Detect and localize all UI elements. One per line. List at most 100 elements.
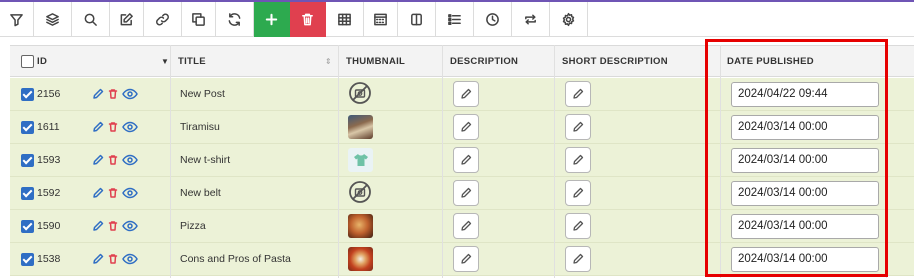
pencil-icon[interactable] (92, 220, 104, 232)
delete-button[interactable] (290, 2, 326, 37)
pencil-icon (573, 121, 584, 132)
edit-description-button[interactable] (453, 180, 479, 206)
trash-icon[interactable] (107, 253, 119, 265)
column-divider (170, 45, 171, 278)
column-header-description[interactable]: DESCRIPTION (443, 46, 555, 77)
edit-short-description-button[interactable] (565, 147, 591, 173)
date-published-input[interactable] (731, 180, 879, 206)
edit-short-description-button[interactable] (565, 114, 591, 140)
table-row[interactable]: 1590 Pizza (10, 210, 914, 243)
duplicate-button[interactable] (182, 2, 216, 37)
pencil-icon (573, 253, 584, 264)
repeat-button[interactable] (512, 2, 550, 37)
column-header-id[interactable]: ID ▼ (14, 46, 174, 77)
eye-icon[interactable] (122, 121, 138, 133)
row-checkbox[interactable] (21, 87, 34, 101)
pencil-icon[interactable] (92, 253, 104, 265)
settings-button[interactable] (550, 2, 588, 37)
list-button[interactable] (436, 2, 474, 37)
edit-description-button[interactable] (453, 147, 479, 173)
date-published-input[interactable] (731, 213, 879, 239)
layers-icon (46, 12, 59, 26)
table-row[interactable]: 2156 New Post (10, 78, 914, 111)
columns-button[interactable] (398, 2, 436, 37)
refresh-button[interactable] (216, 2, 254, 37)
row-actions (92, 243, 138, 275)
pencil-icon (573, 220, 584, 231)
select-all-checkbox[interactable] (21, 55, 34, 68)
table-row[interactable]: 1592 New belt (10, 177, 914, 210)
edit-description-button[interactable] (453, 81, 479, 107)
search-button[interactable] (72, 2, 110, 37)
row-checkbox[interactable] (21, 219, 34, 233)
edit-description-button[interactable] (453, 246, 479, 272)
row-actions (92, 144, 138, 176)
sort-icon[interactable]: ⇕ (325, 57, 332, 66)
no-image-icon (349, 81, 371, 104)
layers-button[interactable] (34, 2, 72, 37)
link-button[interactable] (144, 2, 182, 37)
row-thumbnail-cell (348, 210, 373, 242)
trash-icon[interactable] (107, 121, 119, 133)
date-published-input[interactable] (731, 147, 879, 173)
pencil-icon[interactable] (92, 88, 104, 100)
row-checkbox[interactable] (21, 153, 34, 167)
add-button[interactable] (254, 2, 290, 37)
pencil-icon[interactable] (92, 121, 104, 133)
eye-icon[interactable] (122, 220, 138, 232)
edit-short-description-button[interactable] (565, 246, 591, 272)
sort-arrow-icon[interactable]: ▼ (161, 57, 169, 66)
edit-description-button[interactable] (453, 114, 479, 140)
short-description-cell (565, 78, 591, 110)
dotted-table-button[interactable] (364, 2, 398, 37)
filter-button[interactable] (0, 2, 34, 37)
edit-description-button[interactable] (453, 213, 479, 239)
product-thumbnail (348, 214, 373, 238)
clock-icon (486, 12, 499, 26)
pencil-icon (461, 253, 472, 264)
row-checkbox[interactable] (21, 252, 34, 266)
column-header-thumbnail[interactable]: THUMBNAIL (339, 46, 443, 77)
pencil-icon (573, 154, 584, 165)
date-published-input[interactable] (731, 246, 879, 272)
eye-icon[interactable] (122, 187, 138, 199)
date-published-input[interactable] (731, 114, 879, 140)
row-checkbox[interactable] (21, 186, 34, 200)
trash-icon[interactable] (107, 88, 119, 100)
eye-icon[interactable] (122, 154, 138, 166)
row-checkbox[interactable] (21, 120, 34, 134)
edit-short-description-button[interactable] (565, 81, 591, 107)
column-header-title[interactable]: TITLE ⇕ (171, 46, 337, 77)
column-header-short-description[interactable]: SHORT DESCRIPTION (555, 46, 722, 77)
table-row[interactable]: 1593 New t-shirt (10, 144, 914, 177)
row-checkbox-cell: 1538 (21, 243, 60, 275)
edit-short-description-button[interactable] (565, 180, 591, 206)
table-icon (338, 13, 351, 25)
edit-icon (120, 12, 133, 25)
row-thumbnail-cell (348, 177, 372, 209)
row-checkbox-cell: 1592 (21, 177, 60, 209)
table-view-button[interactable] (326, 2, 364, 37)
row-actions (92, 210, 138, 242)
trash-icon[interactable] (107, 154, 119, 166)
date-published-input[interactable] (731, 81, 879, 107)
pencil-icon (461, 187, 472, 198)
trash-icon[interactable] (107, 220, 119, 232)
eye-icon[interactable] (122, 88, 138, 100)
eye-icon[interactable] (122, 253, 138, 265)
columns-icon (411, 13, 422, 25)
history-button[interactable] (474, 2, 512, 37)
row-title: New Post (180, 88, 225, 100)
edit-button[interactable] (110, 2, 144, 37)
list-icon (448, 13, 461, 25)
pencil-icon[interactable] (92, 154, 104, 166)
trash-icon[interactable] (107, 187, 119, 199)
row-title: Tiramisu (180, 121, 220, 133)
table-row[interactable]: 1611 Tiramisu (10, 111, 914, 144)
column-header-date-published[interactable]: DATE PUBLISHED (720, 46, 896, 77)
description-cell (453, 144, 479, 176)
toolbar (0, 2, 588, 37)
pencil-icon[interactable] (92, 187, 104, 199)
edit-short-description-button[interactable] (565, 213, 591, 239)
table-row[interactable]: 1538 Cons and Pros of Pasta (10, 243, 914, 276)
